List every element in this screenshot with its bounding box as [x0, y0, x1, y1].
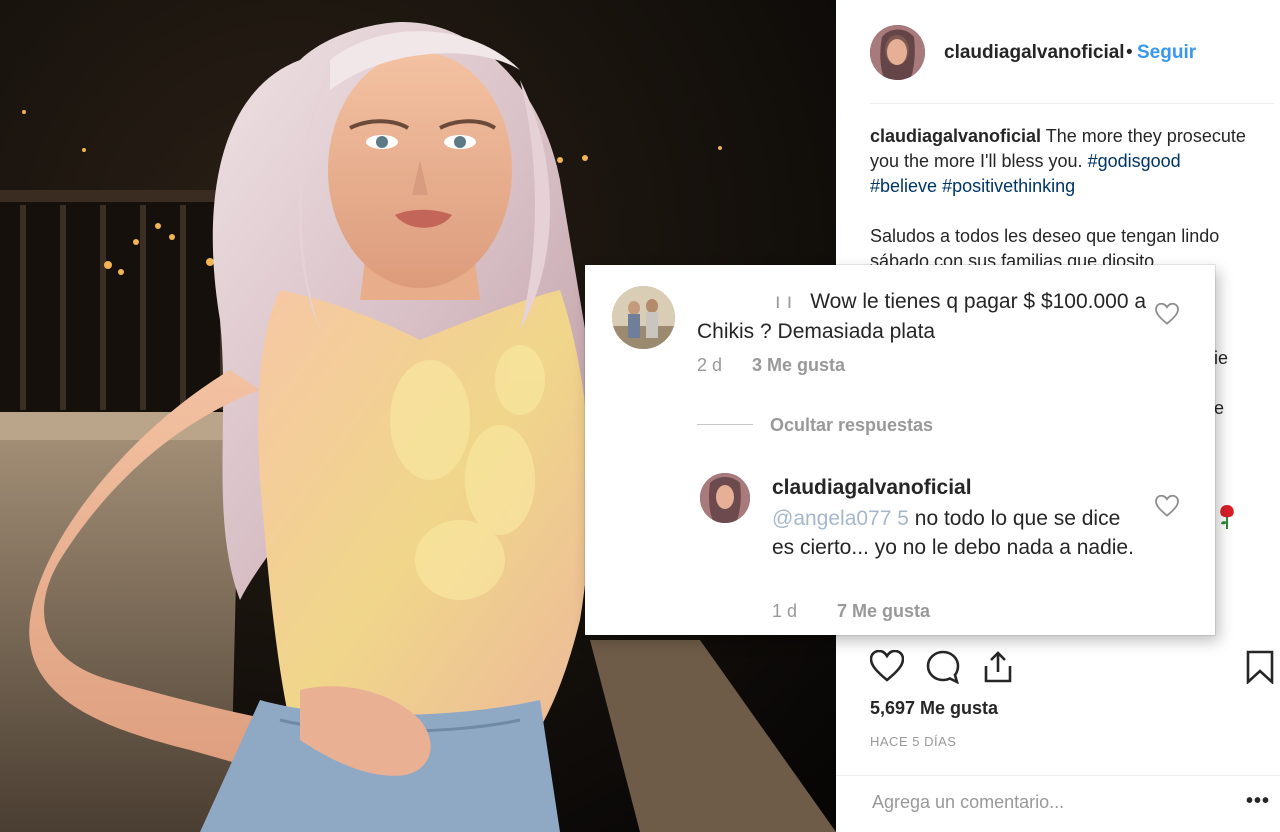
hashtag-link[interactable]: #believe [870, 176, 937, 196]
reply-age: 1 d [772, 601, 798, 621]
caption-username[interactable]: claudiagalvanoficial [870, 126, 1041, 146]
post-action-bar [869, 649, 1274, 690]
reply-author-avatar[interactable] [700, 473, 750, 523]
reply-author-username[interactable]: claudiagalvanoficial [772, 476, 972, 500]
bookmark-icon[interactable] [1246, 650, 1274, 689]
header-separator: • [1126, 42, 1133, 63]
header-divider [870, 103, 1274, 104]
heart-icon[interactable] [1155, 494, 1179, 522]
add-comment-input[interactable] [870, 788, 1214, 816]
comment-bubble-icon[interactable] [926, 650, 960, 689]
heart-icon[interactable] [1155, 302, 1179, 330]
more-options-button[interactable]: ••• [1246, 790, 1270, 813]
reply-body: @angela077 5 no todo lo que se dice es c… [772, 504, 1142, 562]
author-avatar[interactable] [870, 25, 925, 80]
comment-meta: 2 d 3 Me gusta [697, 355, 845, 376]
replies-divider-line [697, 424, 753, 425]
post-timestamp: HACE 5 DÍAS [870, 734, 957, 749]
likes-count[interactable]: 5,697 Me gusta [870, 698, 998, 719]
hashtag-link[interactable]: #positivethinking [942, 176, 1075, 196]
hashtag-link[interactable]: #godisgood [1088, 151, 1181, 171]
comment-box-divider [836, 775, 1280, 776]
share-icon[interactable] [982, 650, 1014, 689]
commenter-username-fragment: ı ı [774, 290, 793, 313]
post-caption: claudiagalvanoficial The more they prose… [870, 124, 1250, 274]
heart-icon[interactable] [869, 649, 905, 687]
commenter-avatar[interactable] [612, 286, 675, 349]
follow-button[interactable]: Seguir [1137, 42, 1196, 64]
rose-emoji-icon [1216, 503, 1238, 534]
hide-replies-button[interactable]: Ocultar respuestas [770, 415, 933, 436]
author-username[interactable]: claudiagalvanoficial [944, 42, 1125, 64]
reply-meta: 1 d 7 Me gusta [772, 601, 930, 622]
comment-age: 2 d [697, 355, 723, 375]
comment-body: xxxxxxxx ı ı Wow le tienes q pagar $ $10… [697, 287, 1157, 347]
hidden-comment-fragment: ie [1214, 348, 1229, 368]
reply-mention-link[interactable]: @angela077 5 [772, 507, 909, 530]
comment-likes[interactable]: 3 Me gusta [752, 355, 845, 375]
reply-likes[interactable]: 7 Me gusta [837, 601, 930, 621]
commenter-username-redacted[interactable]: xxxxxxxx [697, 290, 787, 313]
hidden-comment-fragment: e [1214, 398, 1225, 418]
comment-thread-card: xxxxxxxx ı ı Wow le tienes q pagar $ $10… [585, 265, 1215, 635]
